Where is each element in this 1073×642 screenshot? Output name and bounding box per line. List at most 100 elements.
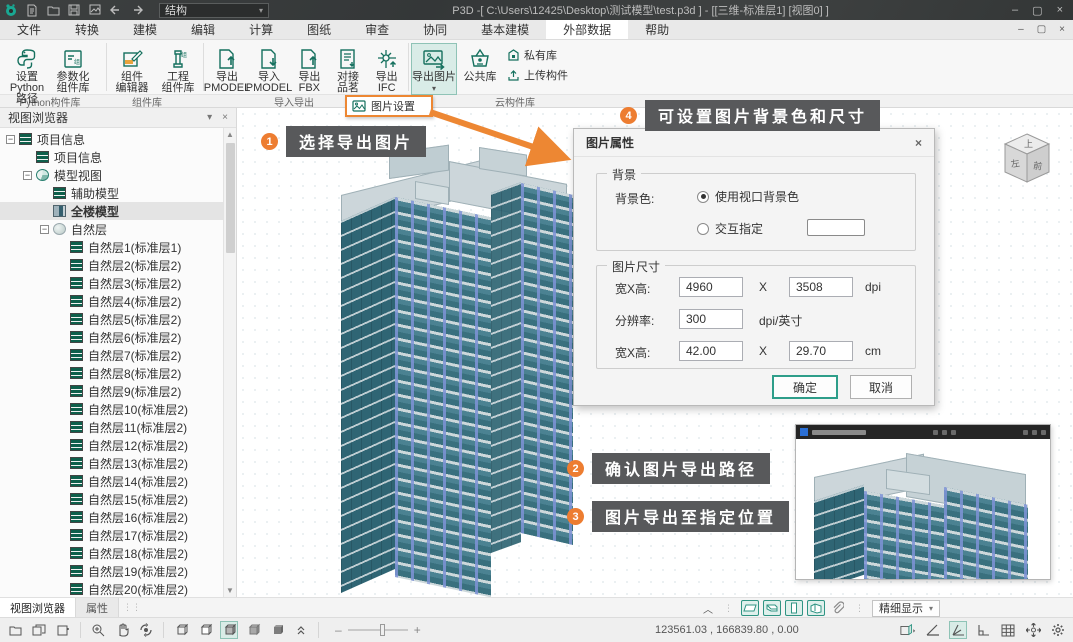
menu-tab-帮助[interactable]: 帮助 bbox=[628, 20, 686, 39]
radio-custom-bg[interactable]: 交互指定 bbox=[697, 220, 763, 237]
sidebar-tab-1[interactable]: 属性 bbox=[76, 598, 119, 617]
ucs-icon[interactable] bbox=[899, 621, 917, 639]
collapse-toolbar-button[interactable]: ︿ bbox=[700, 601, 716, 616]
wall-display-icon[interactable] bbox=[807, 600, 825, 616]
dock-pinming-button[interactable]: 对接 品茗 bbox=[329, 43, 368, 95]
angle-icon[interactable] bbox=[924, 621, 942, 639]
menu-tab-审查[interactable]: 审查 bbox=[348, 20, 406, 39]
collapse-chevron-icon[interactable] bbox=[292, 621, 310, 639]
tree-expander-icon[interactable]: − bbox=[40, 225, 49, 234]
view-cube[interactable]: 上 左 前 bbox=[999, 130, 1055, 192]
parametric-library-button[interactable]: 组 参数化 组件库 bbox=[50, 43, 96, 95]
height-cm-input[interactable]: 29.70 bbox=[789, 341, 853, 361]
undo-icon[interactable] bbox=[109, 3, 123, 17]
slab-display-icon[interactable] bbox=[741, 600, 759, 616]
sidebar-tab-0[interactable]: 视图浏览器 bbox=[0, 598, 76, 617]
tree-item-6[interactable]: 自然层1(标准层1) bbox=[0, 238, 223, 256]
settings-gear-icon[interactable] bbox=[1049, 621, 1067, 639]
tree-item-3[interactable]: 辅助模型 bbox=[0, 184, 223, 202]
shaded-cube-icon[interactable] bbox=[220, 621, 238, 639]
tree-expander-icon[interactable]: − bbox=[23, 171, 32, 180]
zoom-out-icon[interactable]: – bbox=[335, 623, 342, 637]
tree-item-8[interactable]: 自然层3(标准层2) bbox=[0, 274, 223, 292]
zoom-extents-icon[interactable] bbox=[89, 621, 107, 639]
tree-item-19[interactable]: 自然层14(标准层2) bbox=[0, 472, 223, 490]
slider-track[interactable] bbox=[348, 629, 408, 631]
splitter-handle[interactable]: ⋮⋮ bbox=[123, 602, 141, 613]
tree-item-25[interactable]: 自然层20(标准层2) bbox=[0, 580, 223, 597]
export-image-button[interactable]: 导出图片 ▾ bbox=[411, 43, 457, 95]
restore-button[interactable]: ▢ bbox=[1032, 4, 1042, 17]
grid-icon[interactable] bbox=[999, 621, 1017, 639]
panel-close-icon[interactable]: × bbox=[222, 112, 228, 123]
tree-item-24[interactable]: 自然层19(标准层2) bbox=[0, 562, 223, 580]
public-library-button[interactable]: 公共库 bbox=[457, 43, 503, 84]
realistic-cube-icon[interactable] bbox=[268, 621, 286, 639]
scroll-up-icon[interactable]: ▲ bbox=[226, 128, 234, 141]
menu-tab-外部数据[interactable]: 外部数据 bbox=[546, 20, 628, 39]
private-library-button[interactable]: 私有库 bbox=[507, 47, 568, 63]
export-pmodel-button[interactable]: 导出 PMODEL bbox=[206, 43, 248, 95]
width-px-input[interactable]: 4960 bbox=[679, 277, 743, 297]
tree-item-17[interactable]: 自然层12(标准层2) bbox=[0, 436, 223, 454]
orbit-icon[interactable] bbox=[137, 621, 155, 639]
tree-item-16[interactable]: 自然层11(标准层2) bbox=[0, 418, 223, 436]
menu-tab-计算[interactable]: 计算 bbox=[232, 20, 290, 39]
beam-display-icon[interactable] bbox=[763, 600, 781, 616]
doc-minimize-button[interactable]: – bbox=[1018, 24, 1024, 35]
import-pmodel-button[interactable]: 导入 PMODEL bbox=[248, 43, 290, 95]
tree-item-0[interactable]: −项目信息 bbox=[0, 130, 223, 148]
new-view-icon[interactable] bbox=[6, 621, 24, 639]
slider-handle[interactable] bbox=[380, 624, 385, 636]
pan-hand-icon[interactable] bbox=[113, 621, 131, 639]
menu-tab-编辑[interactable]: 编辑 bbox=[174, 20, 232, 39]
paperclip-icon[interactable] bbox=[829, 600, 847, 616]
move-axes-icon[interactable] bbox=[1024, 621, 1042, 639]
project-library-button[interactable]: 组 工程 组件库 bbox=[155, 43, 201, 95]
export-ifc-button[interactable]: 导出 IFC bbox=[367, 43, 406, 95]
menu-tab-转换[interactable]: 转换 bbox=[58, 20, 116, 39]
doc-restore-button[interactable]: ▢ bbox=[1037, 24, 1046, 35]
tree-item-7[interactable]: 自然层2(标准层2) bbox=[0, 256, 223, 274]
zoom-in-icon[interactable]: + bbox=[414, 623, 421, 637]
radio-off-icon[interactable] bbox=[697, 223, 709, 235]
wireframe-cube-icon[interactable] bbox=[172, 621, 190, 639]
hidden-line-cube-icon[interactable] bbox=[196, 621, 214, 639]
tree-item-13[interactable]: 自然层8(标准层2) bbox=[0, 364, 223, 382]
exported-image-viewer[interactable] bbox=[795, 424, 1051, 580]
tree-item-9[interactable]: 自然层4(标准层2) bbox=[0, 292, 223, 310]
menu-tab-协同[interactable]: 协同 bbox=[406, 20, 464, 39]
tree-item-14[interactable]: 自然层9(标准层2) bbox=[0, 382, 223, 400]
width-cm-input[interactable]: 42.00 bbox=[679, 341, 743, 361]
set-python-path-button[interactable]: 设置 Python路径 bbox=[4, 43, 50, 106]
column-display-icon[interactable] bbox=[785, 600, 803, 616]
menu-tab-基本建模[interactable]: 基本建模 bbox=[464, 20, 546, 39]
shaded-edges-cube-icon[interactable] bbox=[244, 621, 262, 639]
height-px-input[interactable]: 3508 bbox=[789, 277, 853, 297]
viewer-minimize-icon[interactable] bbox=[1032, 430, 1037, 435]
radio-on-icon[interactable] bbox=[697, 191, 709, 203]
dialog-close-icon[interactable]: × bbox=[915, 136, 922, 150]
ortho-icon[interactable] bbox=[974, 621, 992, 639]
menu-tab-建模[interactable]: 建模 bbox=[116, 20, 174, 39]
export-fbx-button[interactable]: 导出 FBX bbox=[290, 43, 329, 95]
cancel-button[interactable]: 取消 bbox=[850, 375, 912, 399]
zoom-slider[interactable]: – + bbox=[335, 623, 421, 637]
ok-button[interactable]: 确定 bbox=[772, 375, 838, 399]
scroll-thumb[interactable] bbox=[226, 143, 235, 253]
tree-item-4[interactable]: 全楼模型 bbox=[0, 202, 223, 220]
minimize-button[interactable]: – bbox=[1012, 4, 1018, 17]
doc-close-button[interactable]: × bbox=[1059, 24, 1065, 35]
scroll-down-icon[interactable]: ▼ bbox=[226, 584, 234, 597]
tree-item-5[interactable]: −自然层 bbox=[0, 220, 223, 238]
tree-item-10[interactable]: 自然层5(标准层2) bbox=[0, 310, 223, 328]
open-file-icon[interactable] bbox=[46, 3, 60, 17]
mode-combo[interactable]: 结构 ▾ bbox=[159, 3, 269, 18]
tree-item-18[interactable]: 自然层13(标准层2) bbox=[0, 454, 223, 472]
tree-item-11[interactable]: 自然层6(标准层2) bbox=[0, 328, 223, 346]
tree-item-2[interactable]: −模型视图 bbox=[0, 166, 223, 184]
viewer-tool-icon[interactable] bbox=[942, 430, 947, 435]
export-image-quick-icon[interactable] bbox=[88, 3, 102, 17]
tree-expander-icon[interactable]: − bbox=[6, 135, 15, 144]
menu-tab-文件[interactable]: 文件 bbox=[0, 20, 58, 39]
